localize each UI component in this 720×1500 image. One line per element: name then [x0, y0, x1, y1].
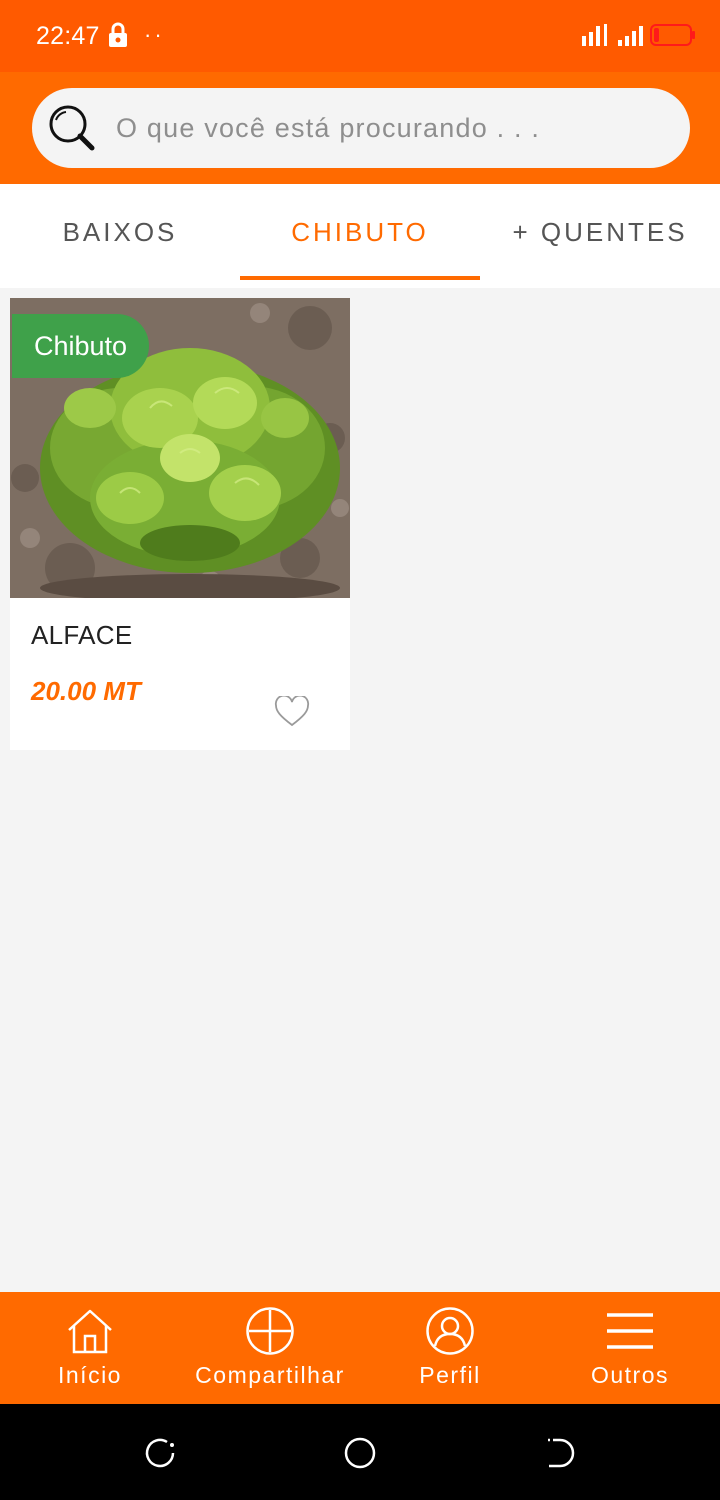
bottom-nav: Início Compartilhar Perfil Outros [0, 1292, 720, 1404]
nav-compartilhar[interactable]: Compartilhar [180, 1292, 360, 1404]
active-tab-indicator [240, 276, 480, 280]
battery-icon [650, 24, 695, 46]
menu-icon [607, 1313, 653, 1349]
nav-label-inicio: Início [58, 1362, 122, 1388]
location-badge: Chibuto [12, 314, 150, 378]
status-bar: 22:47 ·· [0, 0, 720, 72]
signal-icon [582, 24, 643, 46]
tab-quentes[interactable]: + QUENTES [480, 184, 720, 280]
user-circle-icon [426, 1307, 474, 1355]
nav-label-compartilhar: Compartilhar [195, 1362, 345, 1388]
plus-circle-icon [246, 1307, 294, 1355]
recent-apps-icon[interactable] [143, 1436, 177, 1470]
search-header [0, 72, 720, 184]
status-time: 22:47 [36, 22, 100, 50]
lock-icon [109, 22, 127, 47]
home-button-icon[interactable] [343, 1436, 377, 1470]
back-icon[interactable] [543, 1436, 577, 1470]
nav-outros[interactable]: Outros [540, 1292, 720, 1404]
search-icon[interactable] [46, 102, 98, 154]
system-nav-bar [0, 1404, 720, 1500]
search-input[interactable] [116, 88, 676, 168]
category-tabs: BAIXOS CHIBUTO + QUENTES [0, 184, 720, 288]
home-icon [68, 1309, 112, 1354]
heart-icon[interactable] [274, 696, 310, 728]
product-price: 20.00 MT [31, 676, 141, 706]
nav-label-outros: Outros [590, 1362, 670, 1388]
nav-inicio[interactable]: Início [0, 1292, 180, 1404]
product-card[interactable]: Chibuto ALFACE 20.00 MT [10, 298, 350, 750]
nav-perfil[interactable]: Perfil [360, 1292, 540, 1404]
product-name: ALFACE [31, 620, 133, 650]
tab-baixos[interactable]: BAIXOS [0, 184, 240, 280]
tab-chibuto[interactable]: CHIBUTO [240, 184, 480, 280]
notification-dots: ·· [144, 22, 165, 47]
search-box[interactable] [32, 88, 690, 168]
nav-label-perfil: Perfil [419, 1362, 481, 1388]
